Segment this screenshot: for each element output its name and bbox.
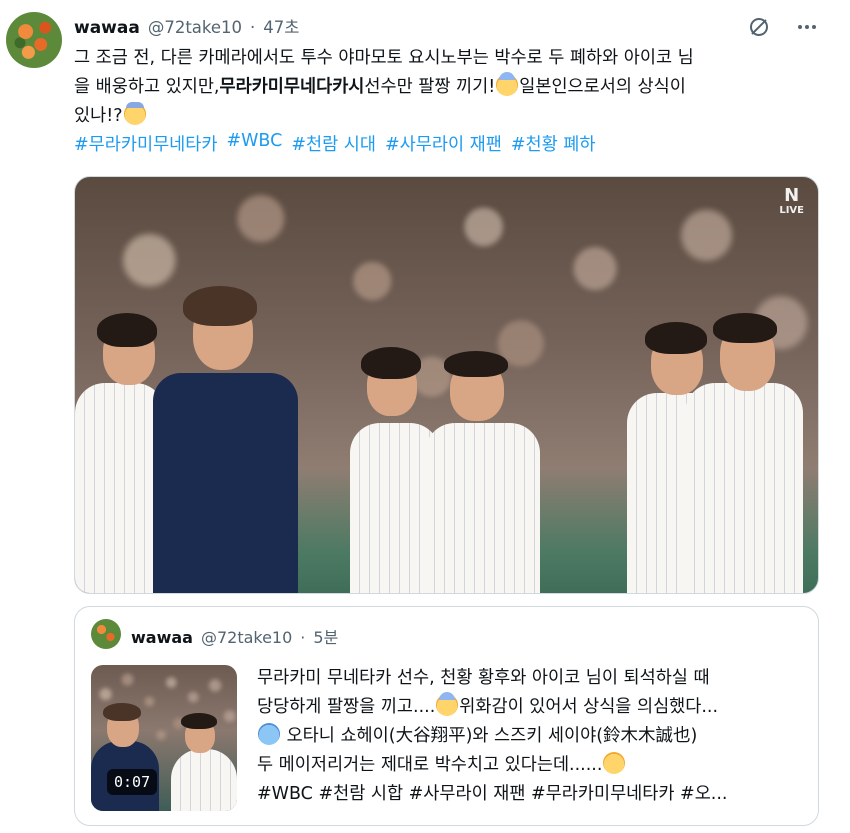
quoted-line-2: 당당하게 팔짱을 끼고.... 위화감이 있어서 상식을 의심했다...	[257, 692, 807, 722]
author-avatar[interactable]	[6, 12, 62, 68]
tweet-header: wawaa @72take10 · 47초	[74, 14, 299, 38]
tweet-line-2-a: 을 배웅하고 있지만,	[74, 77, 220, 97]
sweat-face-emoji-icon	[496, 72, 519, 96]
author-name[interactable]: wawaa	[74, 18, 140, 38]
cold-face-emoji-icon	[258, 723, 280, 745]
hashtag-row: #무라카미무네타카 #WBC #천람 시대 #사무라이 재팬 #천황 폐하	[74, 131, 595, 156]
quoted-tweet-card[interactable]: wawaa @72take10 · 5분 0:07 무라카미 무네타카 선수, …	[74, 606, 819, 826]
quoted-author-handle[interactable]: @72take10	[201, 628, 292, 647]
player-figure	[153, 278, 303, 593]
more-horizontal-icon[interactable]	[794, 14, 820, 40]
post-time[interactable]: 47초	[263, 14, 299, 38]
quoted-line-4: 두 메이저리거는 제대로 박수치고 있다는데......	[257, 751, 807, 780]
tired-face-emoji-icon	[603, 752, 626, 774]
hashtag-link[interactable]: #천황 폐하	[511, 131, 596, 156]
separator-dot: ·	[300, 628, 306, 647]
player-figure	[420, 333, 545, 593]
downcast-face-emoji-icon	[123, 102, 146, 125]
live-badge-text: LIVE	[779, 205, 804, 216]
hashtag-link[interactable]: #WBC	[226, 131, 282, 156]
player-figure	[685, 303, 805, 593]
quoted-line-5: #WBC #천람 시합 #사무라이 재팬 #무라카미무네타카 #오...	[257, 784, 728, 804]
video-duration: 0:07	[107, 769, 158, 795]
hashtag-link[interactable]: #사무라이 재팬	[385, 131, 502, 156]
tweet-line-2-c: 일본인으로서의 상식이	[519, 77, 686, 97]
quoted-tweet-text: 무라카미 무네타카 선수, 천황 황후와 아이코 님이 퇴석하실 때 당당하게 …	[257, 664, 807, 809]
quoted-post-time[interactable]: 5분	[313, 624, 338, 648]
player-figure	[171, 711, 237, 811]
quoted-line-2-a: 당당하게 팔짱을 끼고....	[257, 697, 436, 717]
tweet-media-image[interactable]: N LIVE	[74, 176, 819, 594]
tweet-text: 그 조금 전, 다른 카메라에서도 투수 야마모토 요시노부는 박수로 두 폐하…	[74, 44, 824, 131]
quoted-line-1: 무라카미 무네타카 선수, 천황 황후와 아이코 님이 퇴석하실 때	[257, 668, 710, 688]
separator-dot: ·	[250, 18, 256, 37]
quoted-line-4-text: 두 메이저리거는 제대로 박수치고 있다는데......	[257, 755, 603, 775]
quoted-line-3-text: 오타니 쇼헤이(大谷翔平)와 스즈키 세이야(鈴木木誠也)	[286, 726, 698, 746]
sweat-face-emoji-icon	[436, 692, 459, 716]
quoted-author-name[interactable]: wawaa	[131, 628, 193, 647]
tweet-line-2-bold: 무라카미무네다카시	[219, 77, 365, 97]
quoted-header: wawaa @72take10 · 5분	[131, 624, 338, 648]
live-badge: N LIVE	[779, 185, 804, 217]
tweet-line-2-b: 선수만 팔짱 끼기!	[364, 77, 496, 97]
live-badge-letter: N	[784, 185, 800, 206]
quoted-line-2-b: 위화감이 있어서 상식을 의심했다...	[459, 697, 719, 717]
tweet-line-3: 있나!?	[74, 102, 824, 131]
quoted-line-3: 오타니 쇼헤이(大谷翔平)와 스즈키 세이야(鈴木木誠也)	[257, 722, 807, 751]
tweet-line-3-text: 있나!?	[74, 106, 123, 126]
slash-circle-icon[interactable]	[746, 14, 772, 40]
quoted-author-avatar[interactable]	[91, 619, 121, 649]
tweet-actions-top	[746, 14, 820, 40]
tweet-line-1: 그 조금 전, 다른 카메라에서도 투수 야마모토 요시노부는 박수로 두 폐하…	[74, 48, 694, 68]
quoted-video-thumbnail[interactable]: 0:07	[91, 665, 237, 811]
hashtag-link[interactable]: #무라카미무네타카	[74, 131, 217, 156]
author-handle[interactable]: @72take10	[148, 18, 242, 37]
tweet-line-2: 을 배웅하고 있지만,무라카미무네다카시선수만 팔짱 끼기! 일본인으로서의 상식…	[74, 72, 824, 102]
hashtag-link[interactable]: #천람 시대	[291, 131, 376, 156]
